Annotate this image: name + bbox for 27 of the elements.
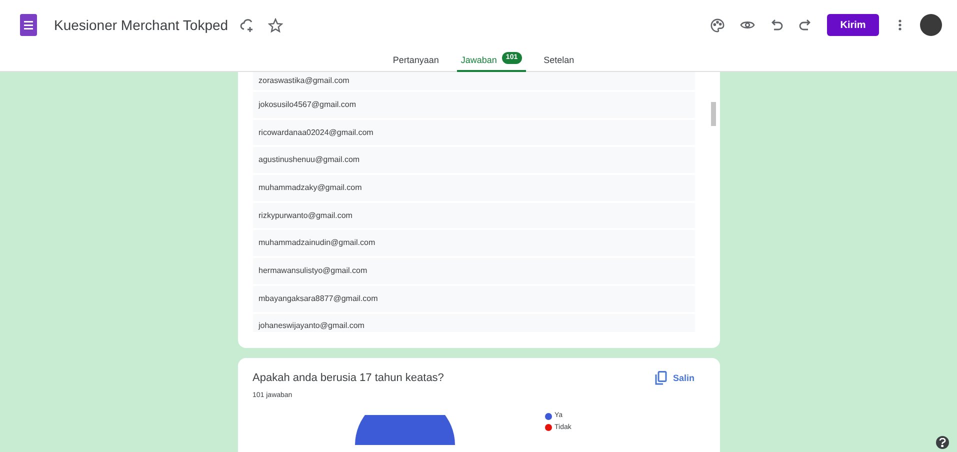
email-row: ricowardanaa02024@gmail.com xyxy=(252,120,694,146)
email-row: muhammadzaky@gmail.com xyxy=(252,175,694,201)
copy-button[interactable]: Salin xyxy=(654,371,704,386)
help-icon[interactable] xyxy=(936,436,949,449)
tab[interactable]: Setelan xyxy=(540,50,578,72)
eye-icon[interactable] xyxy=(740,19,755,31)
redo-icon[interactable] xyxy=(799,19,811,31)
email-row: jokosusilo4567@gmail.com xyxy=(252,92,694,118)
more-vert-icon[interactable] xyxy=(898,19,902,31)
send-button[interactable]: Kirim xyxy=(827,14,879,36)
email-row: johaneswijayanto@gmail.com xyxy=(252,314,694,332)
scrollbar[interactable] xyxy=(710,102,716,126)
undo-icon[interactable] xyxy=(771,19,783,31)
form-title[interactable]: Kuesioner Merchant Tokped xyxy=(54,14,228,36)
question-title: Apakah anda berusia 17 tahun keatas? xyxy=(252,371,444,386)
email-row: agustinushenuu@gmail.com xyxy=(252,147,694,174)
tab[interactable]: Pertanyaan xyxy=(388,50,443,72)
email-row: zoraswastika@gmail.com xyxy=(252,72,694,90)
email-row: hermawansulistyo@gmail.com xyxy=(252,258,694,284)
palette-icon[interactable] xyxy=(710,18,725,32)
email-row: rizkypurwanto@gmail.com xyxy=(252,202,694,228)
copy-icon xyxy=(654,371,667,386)
forms-logo-icon[interactable] xyxy=(20,14,37,36)
email-row: mbayangaksara8877@gmail.com xyxy=(252,286,694,312)
email-row: muhammadzainudin@gmail.com xyxy=(252,230,694,256)
star-icon[interactable] xyxy=(268,18,284,32)
avatar[interactable] xyxy=(920,14,942,36)
